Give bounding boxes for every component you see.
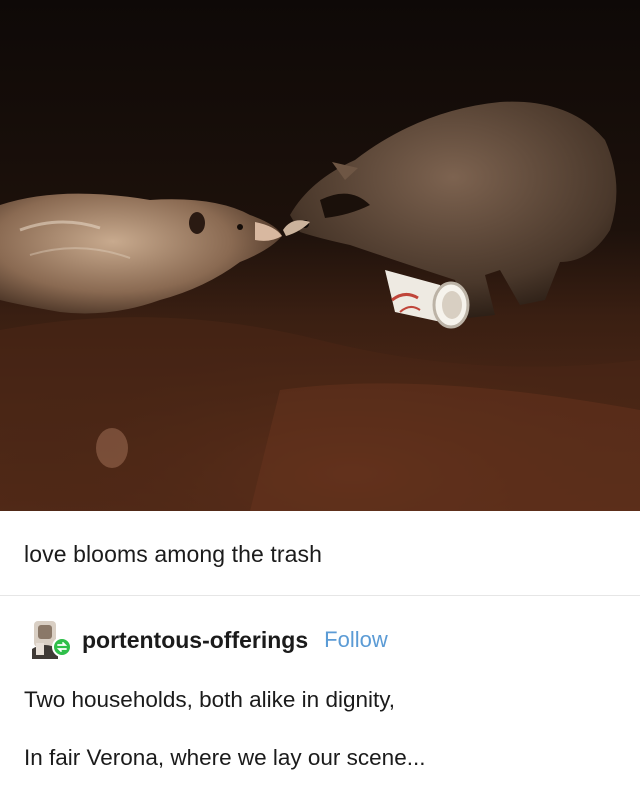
raccoon-opossum-photo xyxy=(0,0,640,511)
reblog-block: portentous-offerings Follow Two househol… xyxy=(0,596,640,807)
reblog-header: portentous-offerings Follow xyxy=(28,619,388,661)
reblog-badge-icon xyxy=(52,637,72,657)
post-caption: love blooms among the trash xyxy=(24,541,323,567)
avatar[interactable] xyxy=(28,619,76,661)
username[interactable]: portentous-offerings xyxy=(82,627,308,654)
reblog-text-line: Two households, both alike in dignity, xyxy=(24,687,396,712)
reblog-text-line: In fair Verona, where we lay our scene..… xyxy=(24,745,426,770)
post-photo[interactable] xyxy=(0,0,640,511)
follow-button[interactable]: Follow xyxy=(324,627,388,653)
post-caption-area: love blooms among the trash xyxy=(0,511,640,595)
